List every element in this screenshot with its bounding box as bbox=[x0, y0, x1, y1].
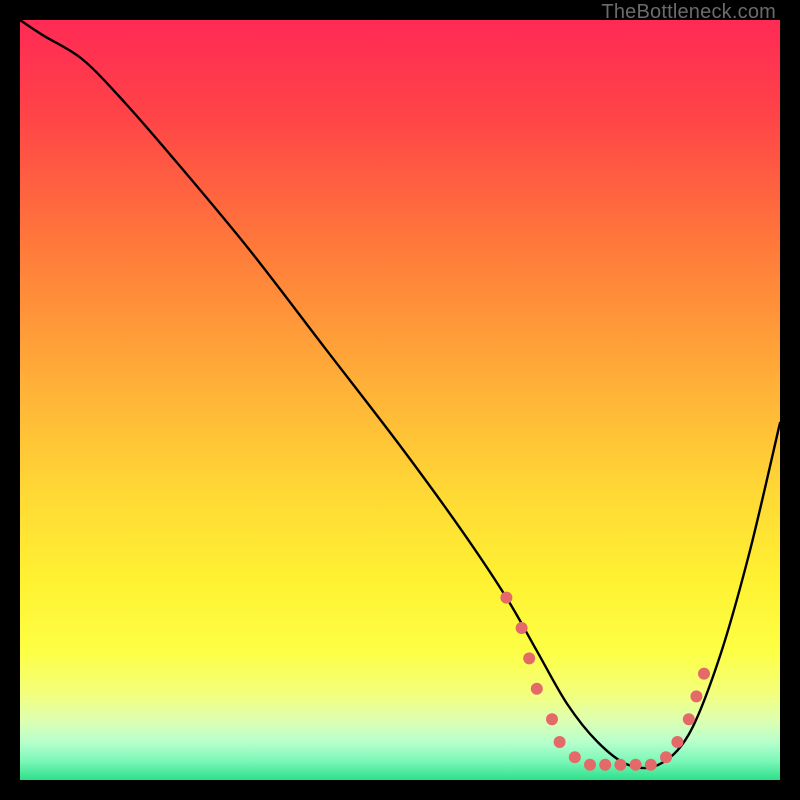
highlight-dot bbox=[683, 713, 695, 725]
watermark-text: TheBottleneck.com bbox=[601, 1, 776, 24]
highlight-dot bbox=[584, 759, 596, 771]
highlight-dot bbox=[630, 759, 642, 771]
highlight-dot bbox=[546, 713, 558, 725]
chart-plot-area bbox=[20, 20, 780, 780]
highlight-dot bbox=[599, 759, 611, 771]
gradient-background bbox=[20, 20, 780, 780]
highlight-dot bbox=[569, 751, 581, 763]
highlight-dot bbox=[523, 652, 535, 664]
highlight-dot bbox=[660, 751, 672, 763]
highlight-dot bbox=[500, 592, 512, 604]
highlight-dot bbox=[698, 668, 710, 680]
highlight-dot bbox=[671, 736, 683, 748]
highlight-dot bbox=[554, 736, 566, 748]
highlight-dot bbox=[516, 622, 528, 634]
highlight-dot bbox=[531, 683, 543, 695]
chart-svg bbox=[20, 20, 780, 780]
highlight-dot bbox=[690, 690, 702, 702]
highlight-dot bbox=[614, 759, 626, 771]
highlight-dot bbox=[645, 759, 657, 771]
